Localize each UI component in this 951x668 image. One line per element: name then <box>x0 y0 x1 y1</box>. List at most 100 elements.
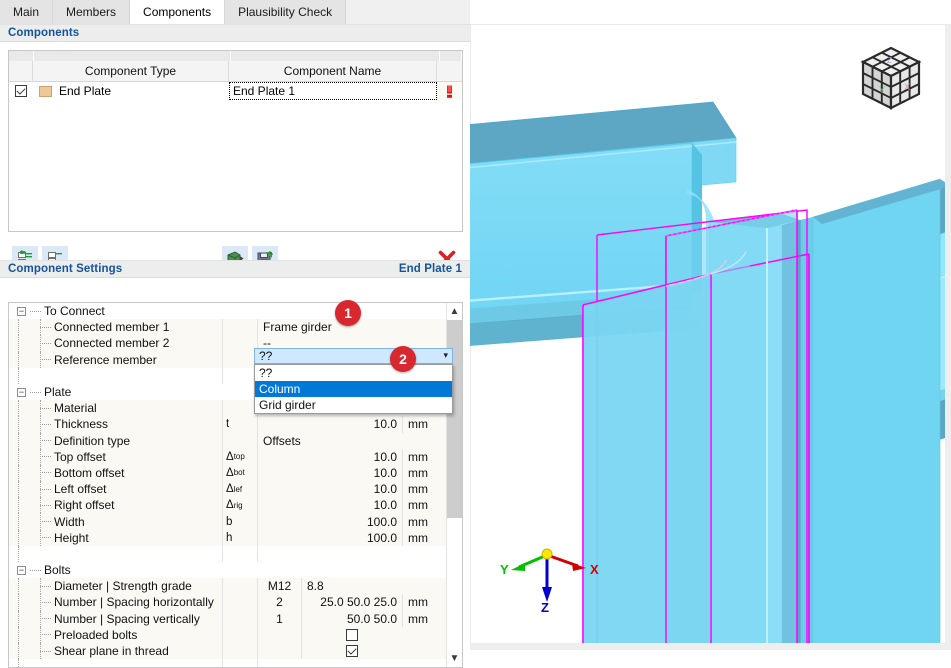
settings-row-definition-type[interactable]: Definition type Offsets <box>9 432 446 449</box>
row-enable-checkbox-cell <box>9 82 33 100</box>
view-cube-icon[interactable]: Y X Z <box>849 36 933 120</box>
chevron-down-icon: ▾ <box>443 350 448 360</box>
settings-row-value[interactable]: 50.0 50.0 <box>301 610 402 627</box>
settings-row-value[interactable]: 25.0 50.0 25.0 <box>301 594 402 611</box>
settings-row-value[interactable]: Frame girder <box>257 319 402 336</box>
settings-row-symbol <box>222 432 257 449</box>
settings-row-unit: mm <box>402 610 446 627</box>
settings-row-value[interactable]: 10.0 <box>257 497 402 514</box>
settings-row-label: Thickness <box>9 416 222 433</box>
settings-row-value[interactable]: 10.0 <box>257 416 402 433</box>
settings-row-symbol: Δlef <box>222 481 257 498</box>
components-section-header: Components <box>0 24 470 42</box>
settings-row-top-offset[interactable]: Top offset Δtop 10.0 mm <box>9 448 446 465</box>
settings-row-bottom-offset[interactable]: Bottom offset Δbot 10.0 mm <box>9 464 446 482</box>
settings-group-label: To Connect <box>44 304 105 319</box>
dropdown-option-column[interactable]: Column <box>255 380 452 397</box>
table-row[interactable]: End Plate End Plate 1 <box>9 82 462 100</box>
settings-row-value-secondary[interactable]: 2 <box>257 594 301 611</box>
settings-row-label: Diameter | Strength grade <box>9 578 222 595</box>
settings-row-symbol: h <box>222 529 257 546</box>
settings-row-spacer <box>9 545 446 562</box>
components-table-header-row: Component Type Component Name <box>9 61 462 82</box>
expander-plate-icon[interactable]: − <box>17 387 26 397</box>
settings-row-label: Number | Spacing vertically <box>9 610 222 627</box>
scroll-down-arrow-icon[interactable]: ▼ <box>447 650 462 667</box>
axis-z-label: Z <box>541 600 549 612</box>
row-warning-cell[interactable] <box>437 82 462 100</box>
settings-row-value-secondary[interactable]: 1 <box>257 610 301 627</box>
settings-row-shear-plane-in-thread[interactable]: Shear plane in thread <box>9 642 446 660</box>
settings-row-symbol <box>222 319 257 336</box>
settings-row-checkbox-cell <box>301 642 402 660</box>
column-front-flange <box>812 178 941 650</box>
settings-row-value[interactable]: 8.8 <box>301 578 402 595</box>
callout-badge-2: 2 <box>390 346 416 372</box>
row-component-name-input[interactable]: End Plate 1 <box>229 82 437 100</box>
settings-row-unit <box>402 627 446 643</box>
settings-row-value[interactable]: 100.0 <box>257 513 402 530</box>
settings-row-diameter-strength-grade[interactable]: Diameter | Strength grade M12 8.8 <box>9 578 446 595</box>
column-header-check[interactable] <box>9 61 33 81</box>
dropdown-option-grid-girder[interactable]: Grid girder <box>255 397 452 413</box>
settings-row-unit: mm <box>402 529 446 546</box>
settings-row-thickness[interactable]: Thickness t 10.0 mm <box>9 416 446 433</box>
components-table-topstrip <box>9 51 462 61</box>
application-window: Main Members Components Plausibility Che… <box>0 0 951 668</box>
warning-exclamation-icon <box>447 85 452 98</box>
settings-row-label: Connected member 1 <box>9 319 222 336</box>
settings-row-value[interactable]: 100.0 <box>257 529 402 546</box>
tab-plausibility-check[interactable]: Plausibility Check <box>225 0 347 24</box>
reference-member-combobox[interactable]: ?? ▾ <box>254 347 453 364</box>
settings-row-unit: mm <box>402 464 446 482</box>
tab-components[interactable]: Components <box>130 0 226 24</box>
tab-main[interactable]: Main <box>0 0 54 24</box>
tab-members[interactable]: Members <box>53 0 131 24</box>
settings-row-unit <box>402 433 446 449</box>
settings-row-value[interactable]: 10.0 <box>257 481 402 498</box>
component-color-swatch-icon <box>39 85 52 97</box>
column-header-component-name[interactable]: Component Name <box>229 61 437 81</box>
settings-group-to-connect[interactable]: − To Connect <box>9 303 446 320</box>
expander-bolts-icon[interactable]: − <box>17 565 26 575</box>
row-component-name-value: End Plate 1 <box>233 84 296 98</box>
settings-row-height[interactable]: Height h 100.0 mm <box>9 529 446 546</box>
settings-group-bolts[interactable]: − Bolts <box>9 562 446 579</box>
settings-row-symbol <box>222 642 257 660</box>
settings-row-width[interactable]: Width b 100.0 mm <box>9 513 446 530</box>
column-header-status[interactable] <box>437 61 462 81</box>
model-3d-viewport[interactable]: Y X Z X Y Z <box>470 24 951 650</box>
settings-row-symbol <box>222 594 257 611</box>
row-component-type-cell[interactable]: End Plate <box>33 82 229 100</box>
settings-row-symbol: Δrig <box>222 497 257 514</box>
settings-row-value[interactable]: Offsets <box>257 432 402 449</box>
row-component-type-label: End Plate <box>59 84 112 98</box>
components-table: Component Type Component Name End Plate … <box>8 50 463 232</box>
settings-row-symbol <box>222 400 257 417</box>
settings-row-connected-member-1[interactable]: Connected member 1 Frame girder <box>9 319 446 336</box>
axis-x-label: X <box>590 562 599 577</box>
settings-row-value-secondary[interactable]: M12 <box>257 578 301 595</box>
dropdown-option-unknown[interactable]: ?? <box>255 365 452 381</box>
settings-row-number-spacing-horizontally[interactable]: Number | Spacing horizontally 2 25.0 50.… <box>9 594 446 611</box>
settings-row-left-offset[interactable]: Left offset Δlef 10.0 mm <box>9 481 446 498</box>
settings-row-value[interactable]: 10.0 <box>257 464 402 482</box>
settings-row-label: Top offset <box>9 448 222 465</box>
column-header-component-type[interactable]: Component Type <box>33 61 229 81</box>
settings-row-unit <box>402 319 446 335</box>
shear-plane-in-thread-checkbox[interactable] <box>346 645 358 658</box>
settings-row-preloaded-bolts[interactable]: Preloaded bolts <box>9 626 446 643</box>
scroll-up-arrow-icon[interactable]: ▲ <box>447 303 462 320</box>
viewport-bottom-gutter <box>470 643 951 650</box>
expander-to-connect-icon[interactable]: − <box>17 306 26 316</box>
settings-row-value[interactable]: 10.0 <box>257 448 402 465</box>
settings-row-label: Reference member <box>9 351 222 368</box>
settings-row-symbol: b <box>222 513 257 530</box>
preloaded-bolts-checkbox[interactable] <box>346 628 358 641</box>
component-settings-header: Component Settings End Plate 1 <box>0 260 470 278</box>
reference-member-dropdown-list[interactable]: ?? Column Grid girder <box>254 363 453 414</box>
axis-x-arrow <box>572 563 586 571</box>
row-enable-checkbox[interactable] <box>15 85 27 97</box>
settings-row-number-spacing-vertically[interactable]: Number | Spacing vertically 1 50.0 50.0 … <box>9 610 446 627</box>
settings-row-right-offset[interactable]: Right offset Δrig 10.0 mm <box>9 497 446 514</box>
